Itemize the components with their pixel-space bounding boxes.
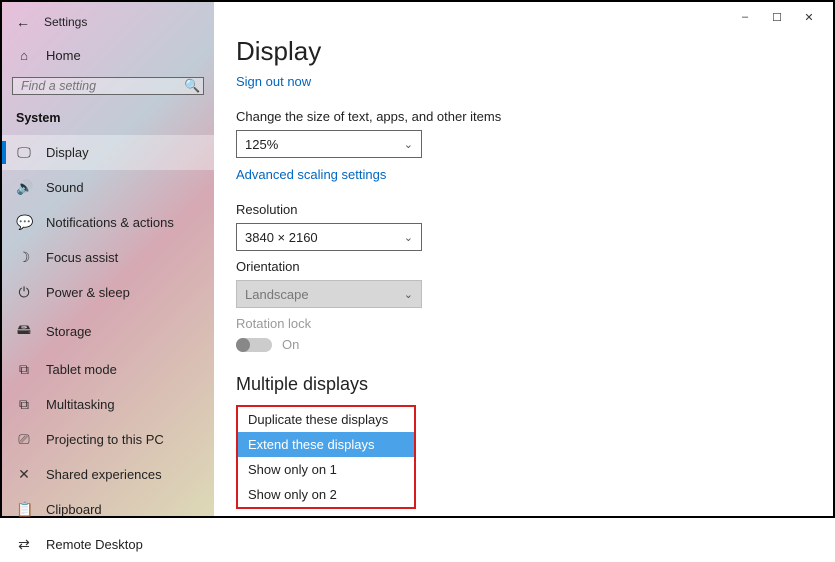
sidebar-item-focus-assist[interactable]: ☽ Focus assist	[2, 240, 214, 275]
nav-label: Clipboard	[46, 502, 102, 517]
multi-option[interactable]: Show only on 1	[238, 457, 414, 482]
nav-icon: ⇄	[16, 536, 32, 553]
search-input-wrap[interactable]: 🔍	[12, 77, 204, 95]
sidebar-item-projecting-to-this-pc[interactable]: ⎚ Projecting to this PC	[2, 422, 214, 457]
rotation-label: Rotation lock	[236, 316, 811, 331]
resolution-label: Resolution	[236, 202, 811, 217]
search-input[interactable]	[21, 79, 184, 93]
nav-icon: ✕	[16, 466, 32, 483]
sidebar-item-shared-experiences[interactable]: ✕ Shared experiences	[2, 457, 214, 492]
minimize-button[interactable]: –	[729, 6, 761, 28]
nav-label: Power & sleep	[46, 285, 130, 300]
home-nav[interactable]: ⌂ Home	[2, 40, 214, 71]
multi-option[interactable]: Show only on 2	[238, 482, 414, 507]
main-content: Display Sign out now Change the size of …	[214, 2, 833, 516]
chevron-down-icon: ⌄	[404, 288, 413, 301]
nav-label: Sound	[46, 180, 84, 195]
scale-label: Change the size of text, apps, and other…	[236, 109, 811, 124]
back-icon[interactable]: ←	[16, 14, 30, 30]
nav-icon: ⧉	[16, 361, 32, 378]
nav-icon: ⧉	[16, 396, 32, 413]
nav-label: Shared experiences	[46, 467, 162, 482]
nav-label: Notifications & actions	[46, 215, 174, 230]
chevron-down-icon: ⌄	[404, 231, 413, 244]
scale-select[interactable]: 125% ⌄	[236, 130, 422, 158]
app-title: Settings	[44, 15, 87, 29]
sidebar-item-display[interactable]: 🖵 Display	[2, 135, 214, 170]
orientation-select: Landscape ⌄	[236, 280, 422, 308]
sidebar-item-sound[interactable]: 🔊 Sound	[2, 170, 214, 205]
sidebar-item-notifications-actions[interactable]: 💬 Notifications & actions	[2, 205, 214, 240]
nav-icon: ⎚	[16, 431, 32, 448]
nav-label: Storage	[46, 324, 92, 339]
rotation-state: On	[282, 337, 299, 352]
chevron-down-icon: ⌄	[404, 138, 413, 151]
nav-label: Projecting to this PC	[46, 432, 164, 447]
nav-label: Tablet mode	[46, 362, 117, 377]
sidebar-item-clipboard[interactable]: 📋 Clipboard	[2, 492, 214, 527]
nav-icon: 🖵	[16, 144, 32, 161]
nav-label: Multitasking	[46, 397, 115, 412]
home-icon: ⌂	[16, 48, 32, 63]
nav-icon: ☽	[16, 249, 32, 266]
rotation-toggle	[236, 338, 272, 352]
section-title: System	[2, 105, 214, 135]
scale-value: 125%	[245, 137, 278, 152]
advanced-scaling-link[interactable]: Advanced scaling settings	[236, 167, 386, 182]
multi-option[interactable]: Extend these displays	[238, 432, 414, 457]
multi-option[interactable]: Duplicate these displays	[238, 407, 414, 432]
page-title: Display	[236, 36, 811, 67]
sidebar-item-power-sleep[interactable]: ⏻ Power & sleep	[2, 275, 214, 310]
home-label: Home	[46, 48, 81, 63]
nav-icon: 🖴	[16, 319, 32, 343]
multiple-displays-heading: Multiple displays	[236, 374, 811, 395]
orientation-value: Landscape	[245, 287, 309, 302]
close-button[interactable]: ✕	[793, 6, 825, 28]
sidebar-item-storage[interactable]: 🖴 Storage	[2, 310, 214, 352]
nav-icon: ⏻	[16, 284, 32, 301]
nav-label: Remote Desktop	[46, 537, 143, 552]
sign-out-link[interactable]: Sign out now	[236, 74, 311, 89]
nav-icon: 📋	[16, 501, 32, 518]
sidebar: ← Settings ⌂ Home 🔍 System 🖵 Display 🔊 Soun…	[2, 2, 214, 516]
nav-icon: 🔊	[16, 179, 32, 196]
nav-label: Focus assist	[46, 250, 118, 265]
multiple-displays-dropdown[interactable]: Duplicate these displaysExtend these dis…	[236, 405, 416, 509]
nav-label: Display	[46, 145, 89, 160]
nav-icon: 💬	[16, 214, 32, 231]
resolution-select[interactable]: 3840 × 2160 ⌄	[236, 223, 422, 251]
sidebar-item-remote-desktop[interactable]: ⇄ Remote Desktop	[2, 527, 214, 562]
maximize-button[interactable]: ☐	[761, 6, 793, 28]
orientation-label: Orientation	[236, 259, 811, 274]
sidebar-item-tablet-mode[interactable]: ⧉ Tablet mode	[2, 352, 214, 387]
sidebar-item-multitasking[interactable]: ⧉ Multitasking	[2, 387, 214, 422]
search-icon: 🔍	[184, 78, 200, 94]
resolution-value: 3840 × 2160	[245, 230, 318, 245]
